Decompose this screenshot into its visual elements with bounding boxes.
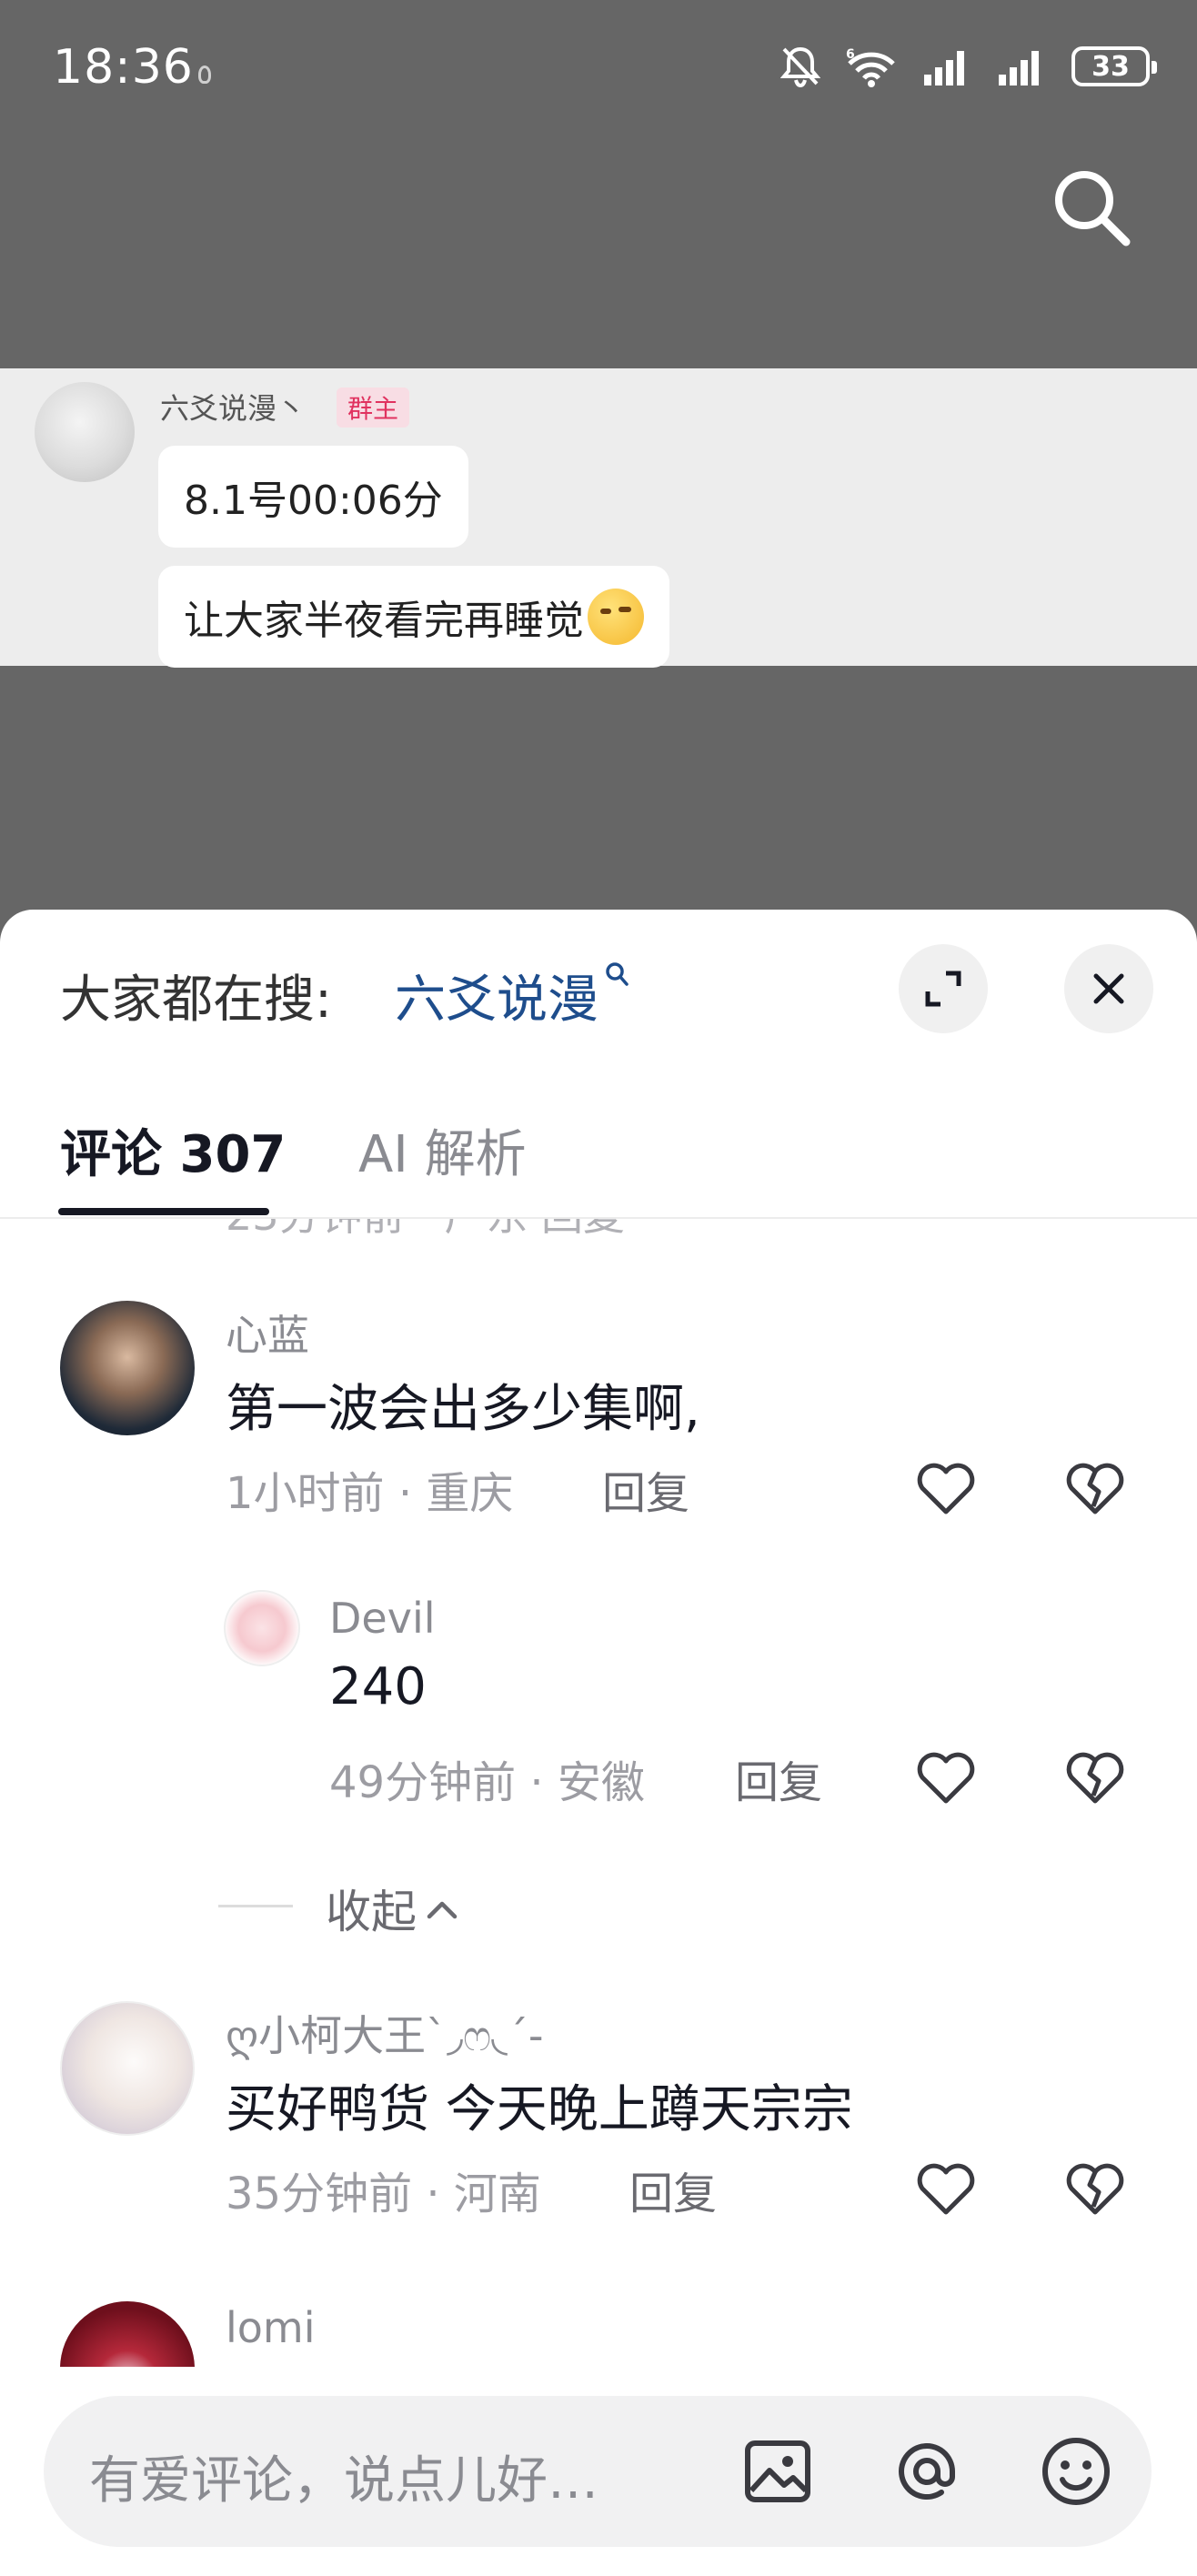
reply-button[interactable]: 回复 [629,2158,717,2221]
collapse-label: 收起 [326,1886,417,1938]
chevron-up-icon [427,1901,458,1919]
comment-text: 第一波会出多少集啊, [226,1380,700,1439]
tab-bar: 评论 307 AI 解析 [0,1092,1197,1219]
comment-meta: 1小时前 · 重庆 [226,1457,513,1521]
location-indicator-icon [198,65,211,84]
comment-input-placeholder[interactable]: 有爱评论，说点儿好… [89,2440,598,2513]
avatar[interactable] [60,2301,195,2367]
collapse-replies-button[interactable]: 收起 [326,1876,460,1941]
comment-location: 重庆 [426,1468,514,1519]
active-tab-indicator [58,1208,269,1215]
comment-meta: 35分钟前 · 河南 [226,2158,541,2221]
partial-comment-meta: 23分钟前 · 广东 回复 [226,1219,625,1243]
reply-button[interactable]: 回复 [602,1457,689,1521]
close-button[interactable] [1064,944,1153,1033]
wifi-icon: 6 [846,47,895,87]
chat-message-text: 让大家半夜看完再睡觉 [184,598,584,644]
broken-heart-icon[interactable] [1062,2156,1128,2221]
comment-text: 买好鸭货 今天晚上蹲天宗宗 [226,2080,853,2139]
signal-icon [924,51,964,86]
status-icons: 6 33 [780,45,1157,87]
meta-separator: · [529,1757,558,1808]
search-icon[interactable] [1048,164,1135,251]
expand-icon [925,971,961,1007]
reply-button[interactable]: 回复 [735,1746,822,1810]
at-icon[interactable] [886,2430,968,2512]
hot-search-term: 六爻说漫 [395,971,598,1030]
chat-avatar [35,382,135,482]
avatar[interactable] [60,2001,195,2136]
small-search-icon [606,962,629,986]
comment-time: 1小时前 [226,1468,385,1519]
comment-list[interactable]: 23分钟前 · 广东 回复 心蓝 第一波会出多少集啊, 1小时前 · 重庆 回复 [0,1219,1197,2367]
status-time: 18:36 [53,40,194,95]
mute-bell-icon [780,46,820,87]
sheet-header: 大家都在搜: 六爻说漫 [0,910,1197,1064]
comment-input-bar[interactable]: 有爱评论，说点儿好… [44,2396,1152,2547]
comment-username[interactable]: 心蓝 [226,1303,309,1363]
meta-separator: · [426,2168,454,2219]
hot-search-link[interactable]: 六爻说漫 [395,959,631,1032]
thinking-emoji-icon [588,589,644,645]
close-icon [1093,973,1124,1004]
broken-heart-icon[interactable] [1062,1745,1128,1810]
chat-sender-badge: 群主 [337,387,410,428]
comment-location: 河南 [453,2168,541,2219]
chat-message-text: 8.1号00:06分 [184,478,443,524]
comment-time: 49分钟前 [329,1757,517,1808]
meta-separator: · [397,1468,427,1519]
avatar[interactable] [224,1590,300,1666]
image-icon[interactable] [737,2430,819,2512]
chat-bubble: 8.1号00:06分 [158,446,468,548]
comment-text: 240 [329,1657,427,1716]
status-bar: 18:36 6 33 [0,0,1197,146]
comment-username[interactable]: ღ小柯大王ˋ◞ෆ◟ˊ- [226,2003,544,2063]
comment-username[interactable]: lomi [226,2303,316,2352]
emoji-icon[interactable] [1035,2430,1117,2512]
collapse-divider [218,1905,293,1907]
battery-indicator: 33 [1071,46,1157,86]
expand-button[interactable] [899,944,988,1033]
comment-username[interactable]: Devil [329,1594,436,1643]
heart-icon[interactable] [913,1745,979,1810]
tab-comments[interactable]: 评论 307 [60,1113,286,1187]
hot-search-label: 大家都在搜: [60,971,332,1030]
signal-icon-2 [999,51,1039,86]
chat-sender-name: 六爻说漫丶 [160,391,307,426]
comment-meta: 49分钟前 · 安徽 [329,1746,645,1810]
tab-ai-analysis[interactable]: AI 解析 [358,1113,527,1187]
comment-location: 安徽 [557,1757,645,1808]
heart-icon[interactable] [913,1455,979,1521]
chat-bubble: 让大家半夜看完再睡觉 [158,566,669,668]
comment-time: 35分钟前 [226,2168,413,2219]
comment-sheet: 大家都在搜: 六爻说漫 评论 307 AI 解析 23分钟前 · 广东 [0,910,1197,2576]
avatar[interactable] [60,1301,195,1435]
heart-icon[interactable] [913,2156,979,2221]
broken-heart-icon[interactable] [1062,1455,1128,1521]
battery-level: 33 [1091,50,1130,83]
